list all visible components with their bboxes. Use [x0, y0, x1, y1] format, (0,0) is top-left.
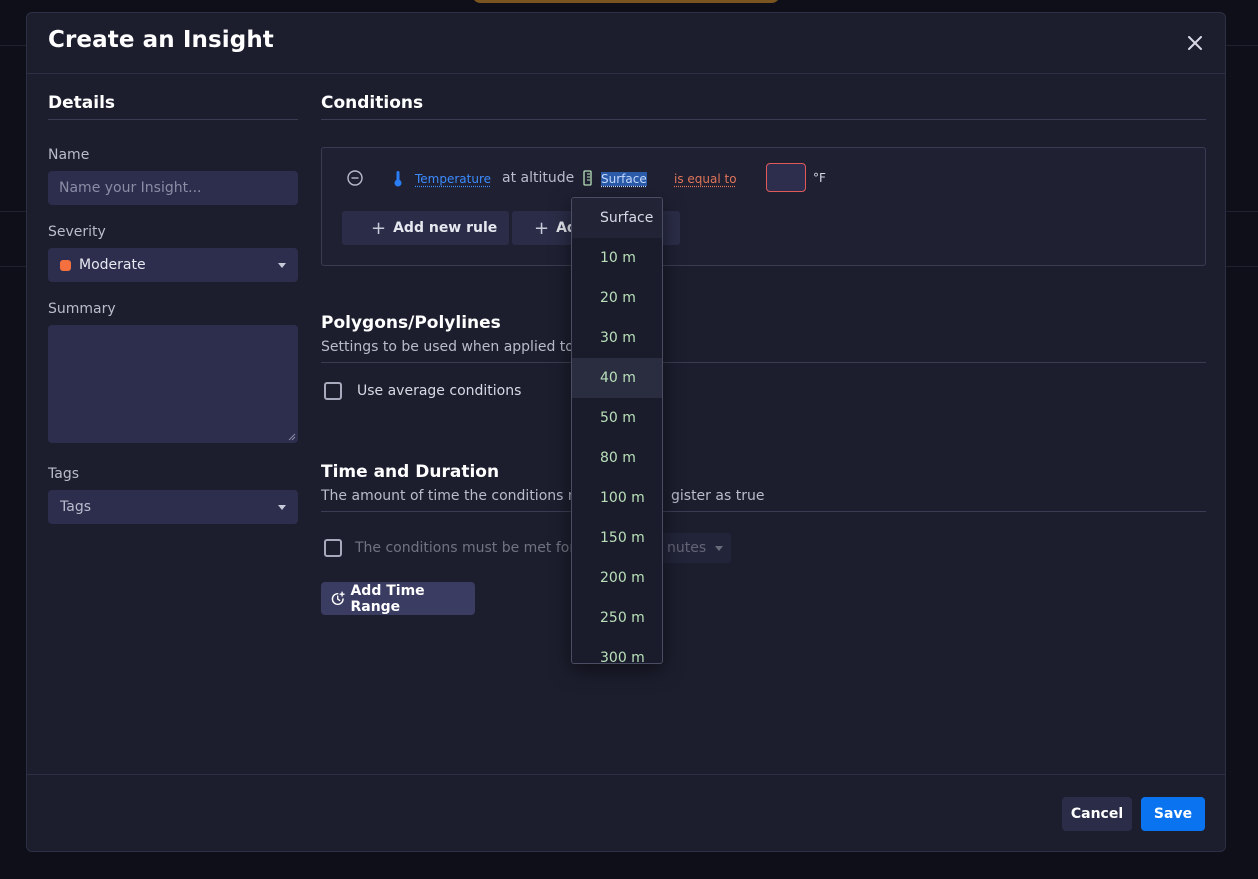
modal-header: Create an Insight [27, 13, 1225, 74]
altitude-text: at altitude [502, 170, 575, 186]
altitude-option[interactable]: 50 m [572, 398, 662, 438]
polygons-description: Settings to be used when applied to an [321, 339, 596, 355]
unit-label: °F [813, 171, 826, 185]
altitude-option[interactable]: 30 m [572, 318, 662, 358]
duration-checkbox[interactable] [324, 539, 342, 557]
polygons-heading: Polygons/Polylines [321, 313, 501, 333]
add-time-range-label: Add Time Range [350, 582, 425, 615]
time-duration-description-tail: gister as true [671, 488, 765, 504]
caret-down-icon [278, 505, 286, 510]
plus-icon: + [534, 217, 550, 239]
conditions-heading: Conditions [321, 74, 1206, 120]
severity-select[interactable]: Moderate [48, 248, 298, 282]
altitude-ruler-icon [583, 170, 592, 186]
altitude-link[interactable]: Surface [601, 172, 647, 186]
summary-label: Summary [48, 301, 116, 317]
tags-select[interactable]: Tags [48, 490, 298, 524]
duration-unit-value: nutes [667, 540, 707, 556]
altitude-option[interactable]: 150 m [572, 518, 662, 558]
clock-plus-icon [331, 591, 345, 605]
altitude-option[interactable]: Surface [572, 198, 662, 238]
details-heading: Details [48, 74, 298, 120]
modal-title: Create an Insight [48, 27, 274, 53]
condition-rule: Temperature at altitude Surface is equal… [322, 148, 1205, 208]
value-input[interactable] [766, 163, 806, 192]
summary-textarea[interactable] [48, 325, 298, 443]
time-duration-heading: Time and Duration [321, 462, 500, 482]
altitude-option[interactable]: 100 m [572, 478, 662, 518]
rule-builder: Temperature at altitude Surface is equal… [321, 147, 1206, 266]
plus-icon: + [371, 217, 387, 239]
altitude-option[interactable]: 80 m [572, 438, 662, 478]
resize-grip-icon[interactable] [288, 433, 296, 441]
thermometer-icon [394, 171, 402, 187]
use-average-checkbox[interactable] [324, 382, 342, 400]
add-new-rule-label: Add new rule [393, 220, 498, 236]
use-average-label: Use average conditions [357, 383, 522, 399]
tags-placeholder: Tags [60, 499, 91, 515]
add-time-range-button[interactable]: Add Time Range [321, 582, 475, 615]
operator-link[interactable]: is equal to [674, 172, 737, 186]
tags-label: Tags [48, 466, 79, 482]
close-icon [1188, 36, 1202, 50]
divider [321, 511, 1206, 512]
close-button[interactable] [1183, 31, 1207, 55]
name-label: Name [48, 147, 90, 163]
severity-color-dot [60, 259, 71, 271]
caret-down-icon [715, 545, 724, 551]
severity-label: Severity [48, 224, 106, 240]
time-duration-description: The amount of time the conditions mus [321, 488, 598, 504]
altitude-option[interactable]: 200 m [572, 558, 662, 598]
altitude-dropdown: Surface 10 m 20 m 30 m 40 m 50 m 80 m 10… [571, 197, 663, 664]
remove-rule-icon[interactable] [347, 170, 363, 186]
details-panel: Details Name Name your Insight... Severi… [48, 74, 298, 524]
severity-value: Moderate [79, 257, 146, 273]
altitude-option[interactable]: 10 m [572, 238, 662, 278]
duration-label: The conditions must be met for at [355, 540, 594, 556]
name-input[interactable]: Name your Insight... [48, 171, 298, 205]
save-button[interactable]: Save [1141, 797, 1205, 831]
modal-footer: Cancel Save [27, 774, 1225, 851]
background-banner [472, 0, 780, 3]
cancel-button[interactable]: Cancel [1062, 797, 1132, 831]
conditions-panel: Conditions [321, 74, 1206, 120]
divider [321, 362, 1206, 363]
altitude-option[interactable]: 40 m [572, 358, 662, 398]
name-placeholder: Name your Insight... [59, 180, 202, 196]
altitude-option[interactable]: 300 m [572, 638, 662, 663]
caret-down-icon [278, 263, 286, 268]
altitude-option[interactable]: 20 m [572, 278, 662, 318]
add-new-rule-button[interactable]: + Add new rule [342, 211, 509, 245]
altitude-option[interactable]: 250 m [572, 598, 662, 638]
variable-link[interactable]: Temperature [415, 172, 491, 186]
